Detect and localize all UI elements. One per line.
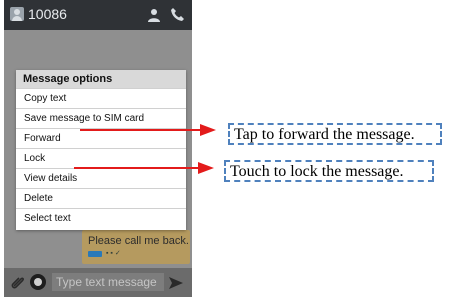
forward-arrowhead [200,124,216,136]
lock-arrowhead [198,162,214,174]
annotation-arrows [74,124,216,174]
lock-callout: Touch to lock the message. [224,160,434,182]
forward-callout: Tap to forward the message. [228,123,442,145]
